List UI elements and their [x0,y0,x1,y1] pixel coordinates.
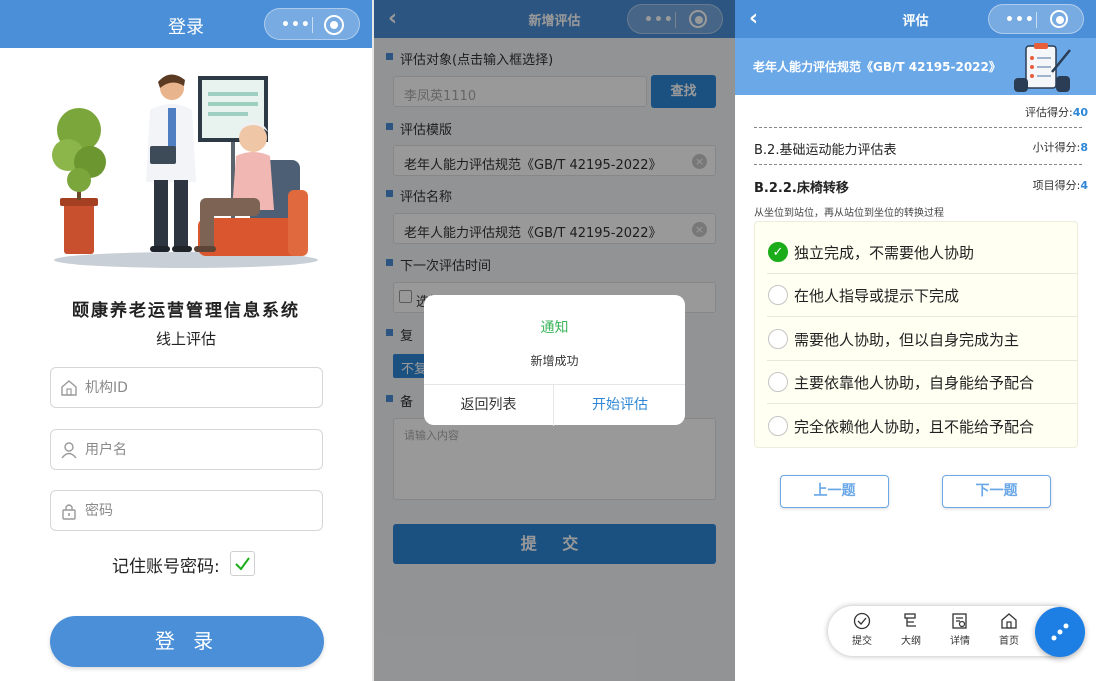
mini-program-capsule: ••• [988,4,1084,34]
login-subtitle: 线上评估 [155,330,216,348]
username-input[interactable] [85,439,315,461]
home-icon [61,380,77,396]
option-label: 需要他人协助，但以自身完成为主 [794,331,1020,349]
option-label: 完全依赖他人协助，且不能给予配合 [794,418,1035,436]
start-evaluation-button[interactable]: 开始评估 [555,385,685,426]
navigation-bar: ‹ 评估 ••• [735,0,1096,38]
option-label: 独立完成，不需要他人协助 [794,244,975,262]
outline-icon [904,613,916,627]
clipboard-icon [1014,43,1071,92]
option-label: 在他人指导或提示下完成 [794,287,960,305]
tab-submit[interactable]: 提交 [842,612,882,647]
total-score: 评估得分:40 [1025,104,1088,120]
remember-label: 记住账号密码: [112,557,220,577]
menu-dots-icon [1051,623,1069,641]
floating-menu-button[interactable] [1035,607,1085,657]
checkmark-icon [235,557,250,571]
more-icon[interactable]: ••• [1005,13,1035,27]
remember-checkbox[interactable] [230,551,255,576]
system-name: 颐康养老运营管理信息系统 [72,301,300,321]
tab-label: 首页 [999,636,1019,647]
standard-banner: 老年人能力评估规范《GB/T 42195-2022》 [735,38,1096,95]
close-target-icon[interactable] [1050,10,1068,28]
option-3[interactable]: 需要他人协助，但以自身完成为主 [767,318,1077,361]
dialog-title: 通知 [540,320,569,336]
option-5[interactable]: 完全依赖他人协助，且不能给予配合 [767,405,1077,448]
tab-home[interactable]: 首页 [989,612,1029,647]
back-to-list-button[interactable]: 返回列表 [424,385,554,426]
section-title: B.2.基础运动能力评估表 [754,143,897,158]
check-circle-icon [853,612,871,630]
dialog-message: 新增成功 [530,354,579,368]
total-score-value: 40 [1072,106,1088,119]
lock-icon [62,504,76,520]
tab-details[interactable]: 详情 [940,612,980,647]
doctor-elder-illustration [52,74,318,268]
navigation-bar: 登录 ••• [0,0,372,48]
options-list: ✓ 独立完成，不需要他人协助 在他人指导或提示下完成 需要他人协助，但以自身完成… [754,221,1078,448]
option-1[interactable]: ✓ 独立完成，不需要他人协助 [767,231,1077,274]
item-title: B.2.2.床椅转移 [754,181,849,196]
mini-program-capsule: ••• [264,8,360,40]
subtotal-value: 8 [1080,141,1088,154]
subtotal-label: 小计得分: [1032,141,1081,154]
close-target-icon[interactable] [324,15,344,35]
banner-title: 老年人能力评估规范《GB/T 42195-2022》 [753,60,1001,74]
notification-dialog: 通知 新增成功 返回列表 开始评估 [424,295,685,426]
option-2[interactable]: 在他人指导或提示下完成 [767,274,1077,317]
radio-icon [768,372,788,392]
org-id-input[interactable] [85,377,315,399]
username-field[interactable] [50,429,323,470]
radio-icon [768,285,788,305]
radio-checked-icon: ✓ [768,242,788,262]
total-score-label: 评估得分: [1024,106,1073,119]
add-evaluation-screen: ‹ 新增评估 ••• 评估对象(点击输入框选择) 李凤英1110 查找 评估模版… [374,0,735,681]
subtotal-score: 小计得分:8 [1033,139,1088,155]
prev-question-button[interactable]: 上一题 [780,475,889,508]
password-field[interactable] [50,490,323,531]
evaluation-screen: ‹ 评估 ••• 老年人能力评估规范《GB/T 42195-2022》 评估得分… [735,0,1096,681]
item-score-value: 4 [1080,179,1088,192]
tab-label: 详情 [950,636,970,647]
org-id-field[interactable] [50,367,323,408]
option-label: 主要依靠他人协助，自身能给予配合 [794,374,1035,392]
tab-label: 提交 [852,636,872,647]
password-input[interactable] [85,500,315,522]
radio-icon [768,329,788,349]
tab-outline[interactable]: 大纲 [891,612,931,647]
item-score-label: 项目得分: [1032,179,1081,192]
option-4[interactable]: 主要依靠他人协助，自身能给予配合 [767,361,1077,404]
next-question-button[interactable]: 下一题 [942,475,1051,508]
home-icon [1001,613,1017,629]
user-icon [61,442,77,459]
more-icon[interactable]: ••• [281,18,311,32]
item-description: 从坐位到站位，再从站位到坐位的转换过程 [754,208,944,219]
item-score: 项目得分:4 [1033,177,1088,193]
radio-icon [768,416,788,436]
details-icon [952,613,967,629]
tab-label: 大纲 [901,636,921,647]
login-button[interactable]: 登 录 [50,616,324,667]
login-screen: 登录 ••• 颐康养老运营管理信息系统 线上评估 机构ID 用户名 记住账号密码… [0,0,372,681]
